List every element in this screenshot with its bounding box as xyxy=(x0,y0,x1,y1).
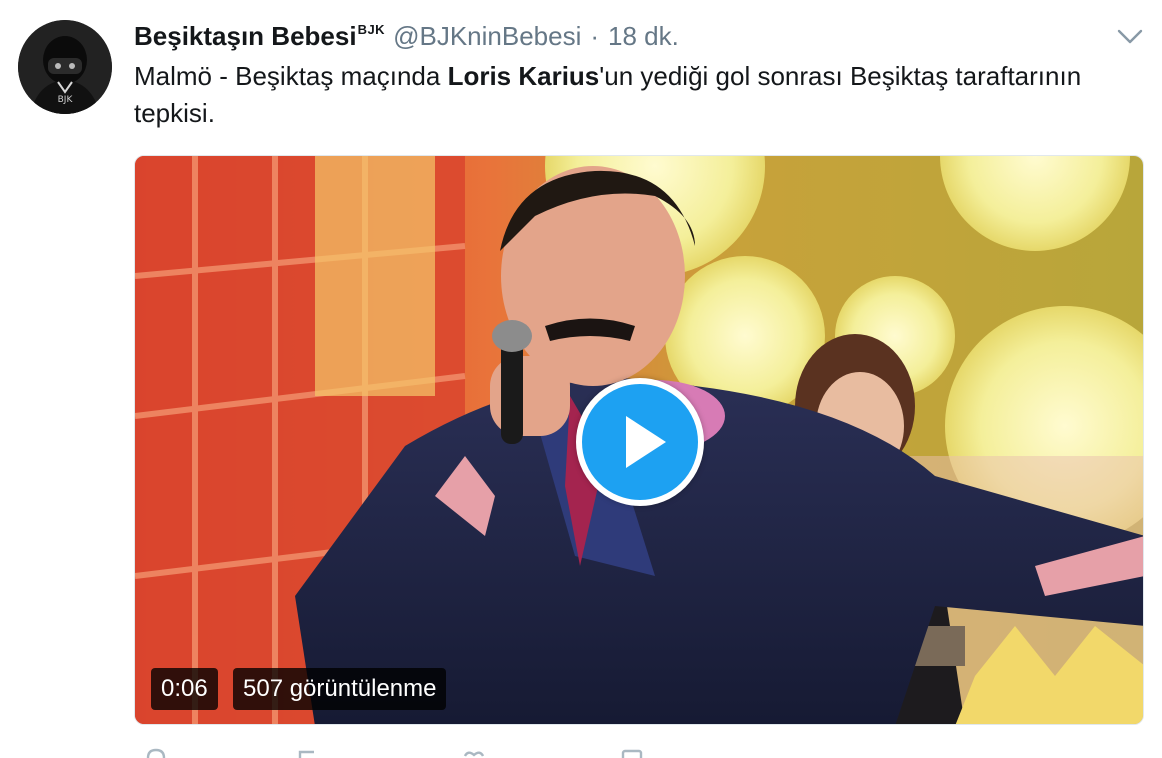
tweet-header: Beşiktaşın Bebesi BJK @BJKninBebesi · 18… xyxy=(134,18,1102,54)
chevron-down-icon[interactable] xyxy=(1116,24,1144,48)
like-icon[interactable] xyxy=(462,748,486,758)
tweet-actions xyxy=(134,748,734,758)
avatar[interactable]: BJK xyxy=(18,20,112,114)
play-icon xyxy=(626,416,666,468)
tweet-text: Malmö - Beşiktaş maçında Loris Karius'un… xyxy=(134,58,1124,132)
play-button[interactable] xyxy=(576,378,704,506)
tweet-text-part: Malmö - Beşiktaş maçında xyxy=(134,61,448,91)
video-player[interactable]: 0:06 507 görüntülenme xyxy=(134,155,1144,725)
tweet: BJK Beşiktaşın Bebesi BJK @BJKninBebesi … xyxy=(0,0,1162,758)
tweet-timestamp[interactable]: 18 dk. xyxy=(608,18,679,54)
video-duration: 0:06 xyxy=(151,668,218,710)
message-icon[interactable] xyxy=(620,748,644,758)
author-handle[interactable]: @BJKninBebesi xyxy=(393,18,581,54)
svg-text:BJK: BJK xyxy=(58,95,74,105)
separator-dot: · xyxy=(590,21,600,51)
author-display-name[interactable]: Beşiktaşın Bebesi xyxy=(134,18,357,54)
retweet-icon[interactable] xyxy=(296,748,320,758)
author-badge: BJK xyxy=(357,22,386,37)
masked-fan-avatar-icon: BJK xyxy=(18,20,112,114)
tweet-text-bold: Loris Karius xyxy=(447,61,600,91)
reply-icon[interactable] xyxy=(144,748,168,758)
video-view-count: 507 görüntülenme xyxy=(233,668,447,710)
